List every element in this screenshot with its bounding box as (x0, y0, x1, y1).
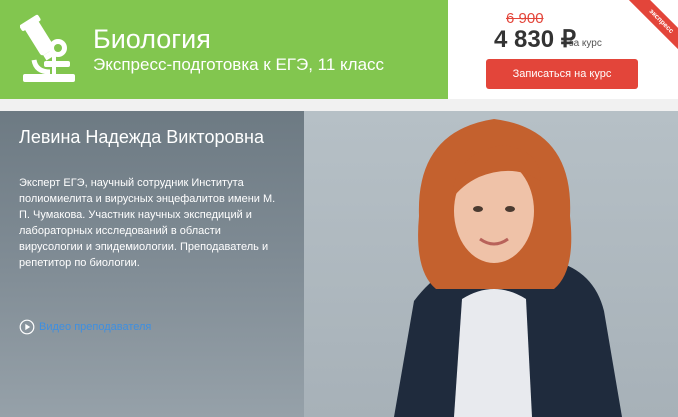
teacher-name: Левина Надежда Викторовна (19, 127, 264, 147)
teacher-photo (304, 111, 678, 417)
course-header: Биология Экспресс-подготовка к ЕГЭ, 11 к… (0, 0, 678, 99)
video-link-label: Видео преподавателя (39, 321, 152, 333)
microscope-icon (20, 14, 75, 82)
teacher-section: Левина Надежда Викторовна Эксперт ЕГЭ, н… (0, 111, 678, 417)
express-ribbon: экспресс (623, 0, 678, 59)
teacher-bio: Эксперт ЕГЭ, научный сотрудник Института… (19, 177, 276, 269)
teacher-video-link[interactable]: Видео преподавателя (19, 319, 151, 335)
teacher-portrait-illustration (394, 119, 622, 417)
old-price: 6 900 (506, 10, 544, 27)
enroll-button[interactable]: Записаться на курс (486, 59, 638, 89)
teacher-info-panel: Левина Надежда Викторовна Эксперт ЕГЭ, н… (0, 111, 304, 417)
price-suffix: за курс (569, 38, 602, 49)
subject-subtitle: Экспресс-подготовка к ЕГЭ, 11 класс (93, 55, 385, 74)
course-title-banner: Биология Экспресс-подготовка к ЕГЭ, 11 к… (0, 0, 448, 99)
subject-title: Биология (93, 24, 211, 54)
play-circle-icon (19, 319, 35, 335)
price-panel: 6 900 4 830 ₽ за курс Записаться на курс… (448, 0, 678, 99)
new-price: 4 830 ₽ (494, 26, 576, 53)
